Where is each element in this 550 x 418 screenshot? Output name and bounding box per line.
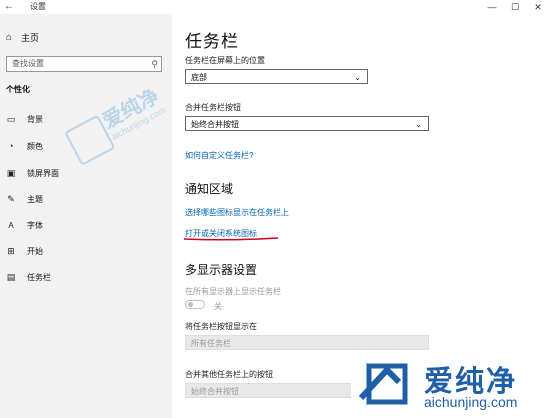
sidebar: ⌂ 主页 查找设置 ⚲ 个性化 ▭ 背景 ◔ 颜色 ▣ 锁屏界面 ✎ 主题 A …: [0, 14, 172, 418]
other-combine-dropdown[interactable]: 始终合并按钮: [185, 383, 353, 398]
watermark-logo-icon: [359, 363, 408, 405]
sidebar-item-label: 开始: [27, 246, 43, 256]
toggle-state-label: 关: [214, 302, 222, 311]
sidebar-item-label: 字体: [27, 220, 43, 230]
customize-taskbar-link[interactable]: 如何自定义任务栏?: [185, 150, 253, 161]
sidebar-item-colors[interactable]: ◔ 颜色: [6, 139, 43, 153]
sidebar-item-home[interactable]: ⌂ 主页: [6, 31, 39, 44]
watermark-logo: 爱纯净 aichunjing.com: [351, 352, 550, 418]
minimize-button[interactable]: —: [482, 0, 502, 14]
search-icon: ⚲: [151, 59, 158, 69]
multi-display-heading: 多显示器设置: [185, 263, 258, 277]
other-combine-label: 合并其他任务栏上的按钮: [185, 370, 273, 379]
show-buttons-dropdown[interactable]: 所有任务栏: [185, 335, 429, 350]
show-buttons-label: 将任务栏按钮显示在: [185, 322, 257, 331]
red-underline-annotation: [183, 237, 279, 241]
search-input[interactable]: 查找设置 ⚲: [6, 56, 162, 72]
close-button[interactable]: ✕: [528, 0, 548, 14]
position-dropdown[interactable]: 底部 ⌄: [185, 69, 368, 84]
chevron-down-icon: ⌄: [415, 120, 422, 129]
sidebar-item-themes[interactable]: ✎ 主题: [6, 192, 43, 206]
position-label: 任务栏在屏幕上的位置: [185, 56, 265, 65]
sidebar-item-label: 任务栏: [27, 272, 51, 282]
toggle-knob: [188, 302, 193, 307]
show-all-displays-toggle[interactable]: [185, 300, 205, 309]
sidebar-item-start[interactable]: ⊞ 开始: [6, 244, 43, 258]
sidebar-item-background[interactable]: ▭ 背景: [6, 112, 43, 126]
notification-area-heading: 通知区域: [185, 182, 234, 196]
watermark-text-en: aichunjing.com: [424, 394, 518, 410]
theme-brush-icon: ✎: [7, 193, 15, 204]
image-icon: ▭: [6, 113, 16, 124]
sidebar-item-taskbar[interactable]: ▤ 任务栏: [6, 270, 51, 284]
back-arrow-icon[interactable]: ←: [4, 0, 14, 14]
position-value: 底部: [191, 73, 207, 82]
start-menu-icon: ⊞: [7, 245, 15, 256]
sidebar-item-label: 颜色: [27, 141, 43, 151]
sidebar-item-label: 背景: [27, 114, 43, 124]
sidebar-item-label: 主题: [27, 194, 43, 204]
maximize-button[interactable]: ☐: [505, 0, 525, 14]
palette-icon: ◔: [8, 141, 14, 151]
other-combine-value: 始终合并按钮: [191, 387, 239, 396]
taskbar-icon: ▤: [6, 271, 16, 282]
window-title: 设置: [30, 2, 46, 11]
show-buttons-value: 所有任务栏: [191, 339, 231, 348]
font-icon: A: [8, 220, 14, 230]
combine-dropdown[interactable]: 始终合并按钮 ⌄: [185, 116, 429, 131]
sidebar-item-lock-screen[interactable]: ▣ 锁屏界面: [6, 166, 59, 180]
sidebar-item-fonts[interactable]: A 字体: [6, 218, 43, 232]
chevron-down-icon: ⌄: [354, 73, 361, 82]
lock-screen-icon: ▣: [6, 167, 16, 178]
sidebar-item-label: 主页: [21, 33, 40, 43]
sidebar-item-label: 锁屏界面: [27, 168, 59, 178]
title-bar: ← 设置 — ☐ ✕: [0, 0, 550, 14]
show-all-displays-label: 在所有显示器上显示任务栏: [185, 287, 281, 296]
search-placeholder: 查找设置: [12, 59, 44, 68]
sidebar-section-title: 个性化: [6, 85, 30, 94]
home-icon: ⌂: [6, 32, 13, 43]
page-title: 任务栏: [185, 32, 239, 51]
select-icons-link[interactable]: 选择哪些图标显示在任务栏上: [185, 207, 289, 218]
